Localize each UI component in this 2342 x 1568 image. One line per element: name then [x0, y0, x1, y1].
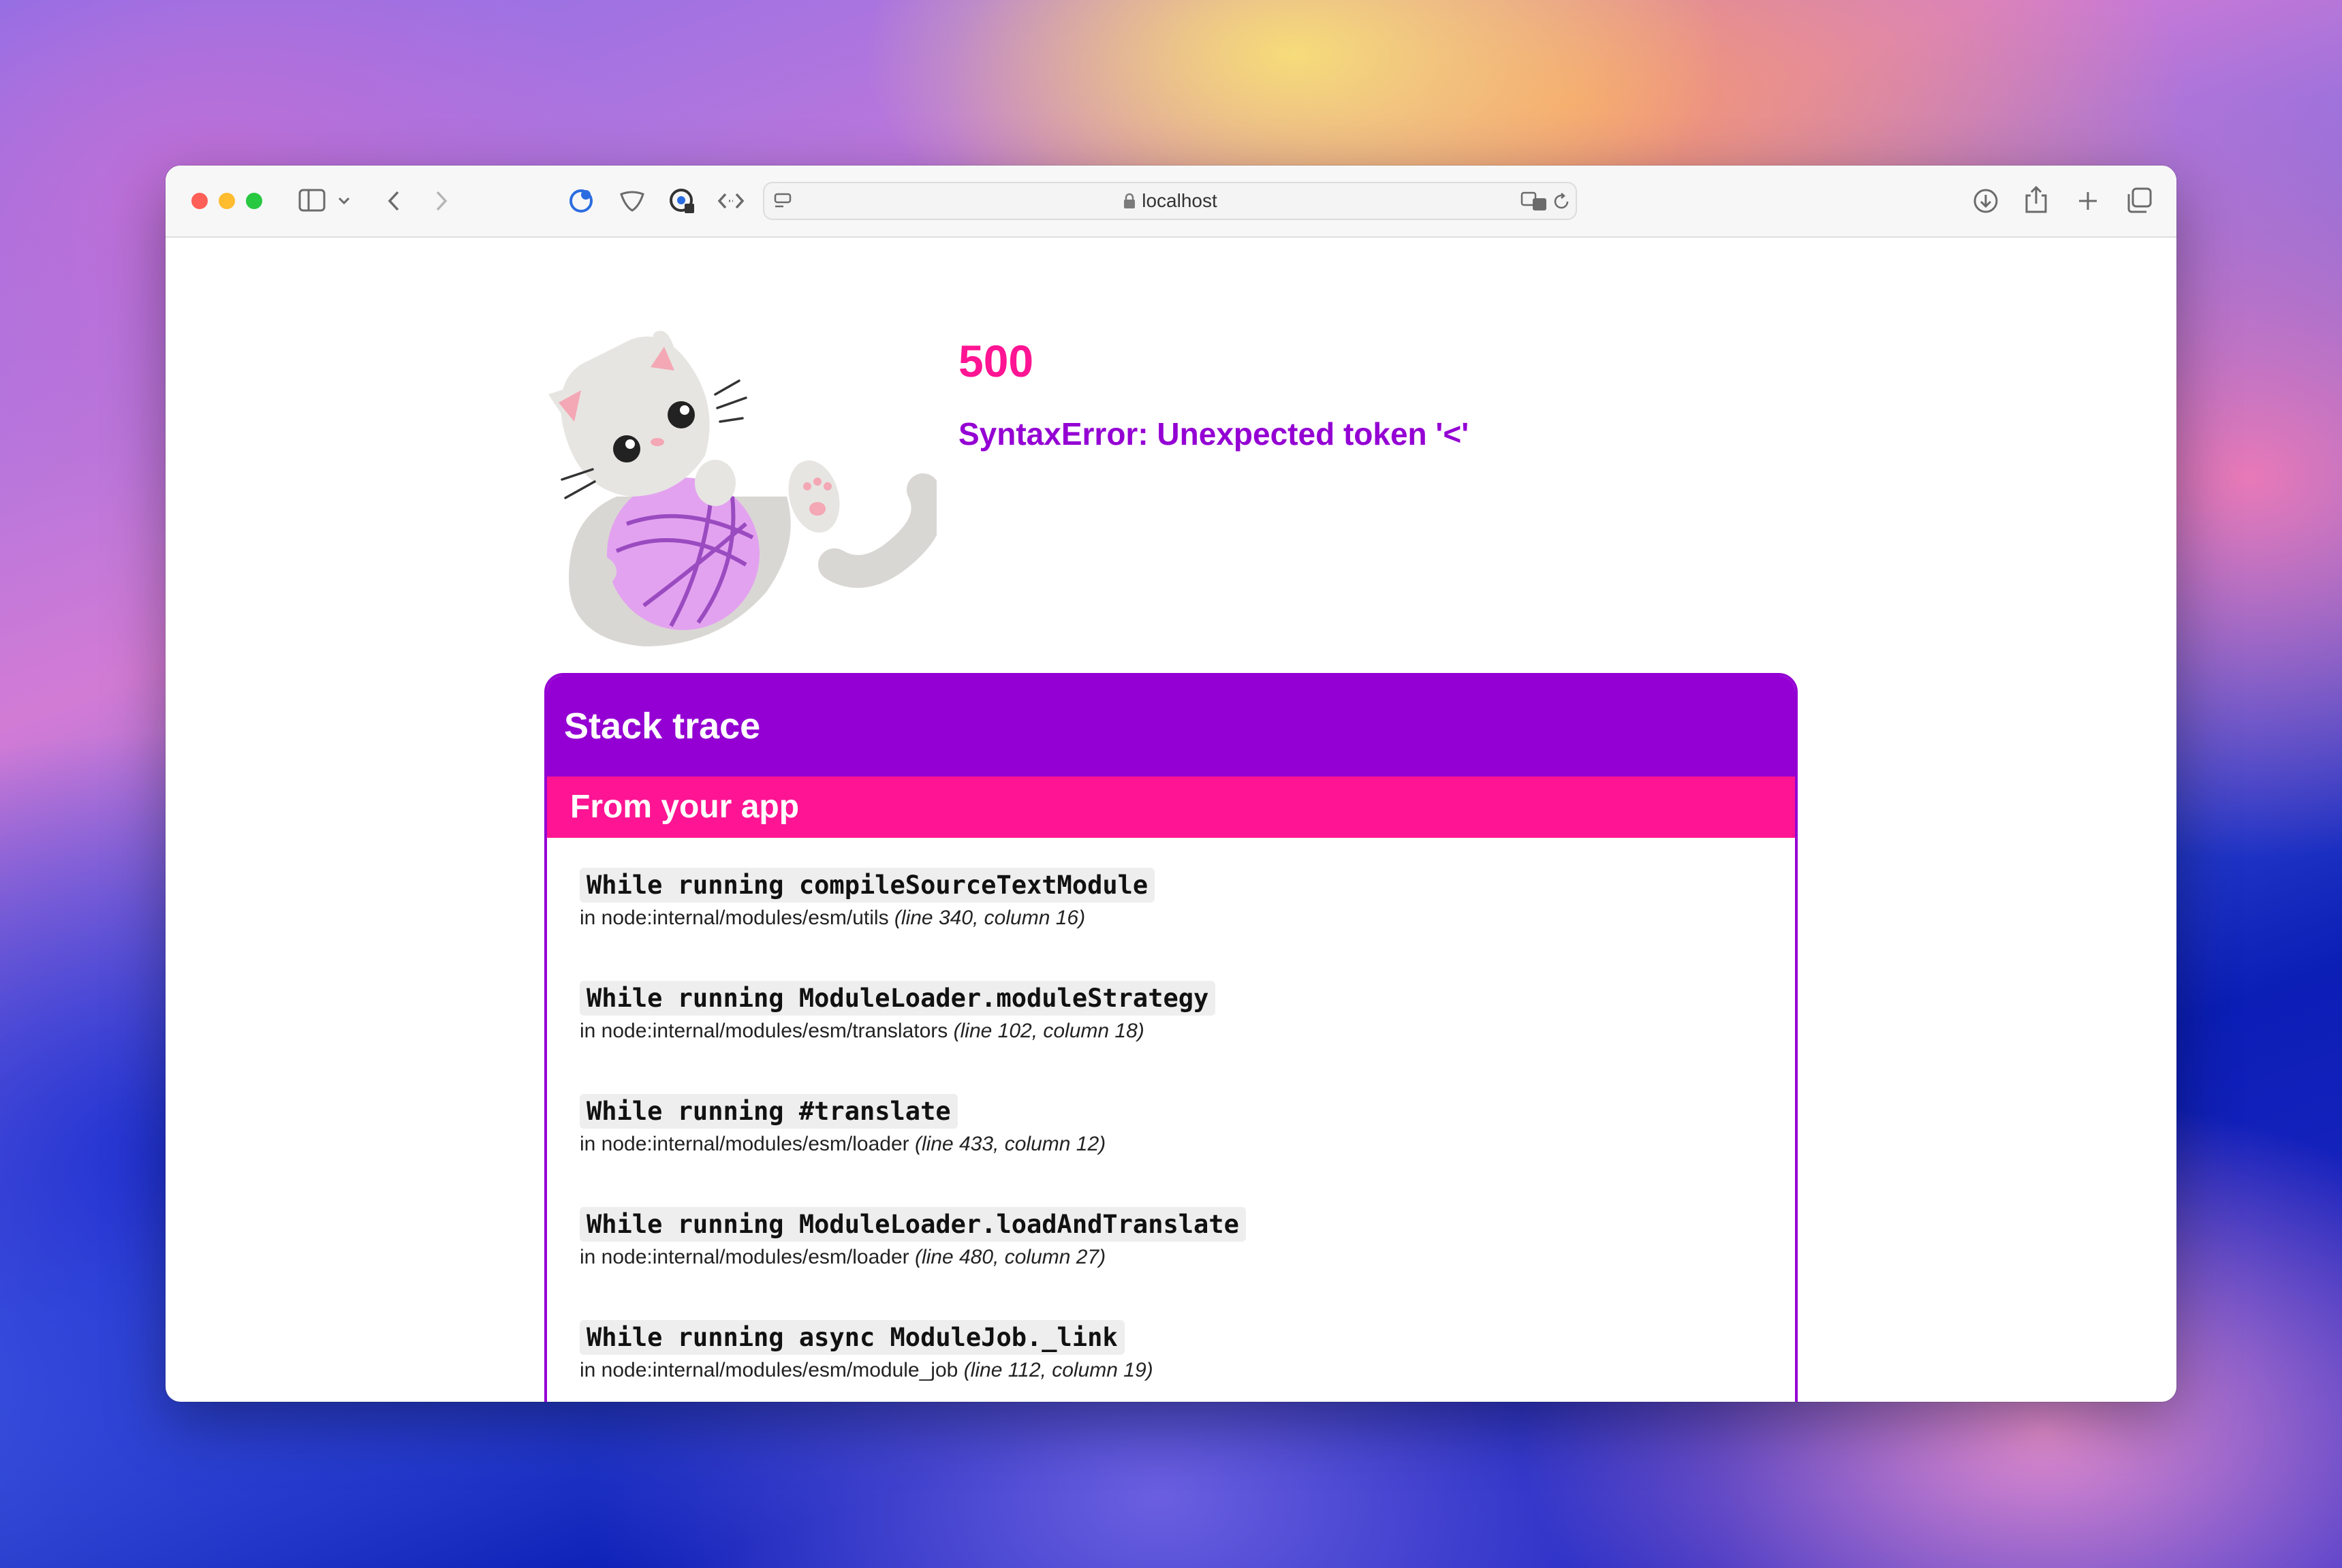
frame-location: in node:internal/modules/esm/loader (lin… [580, 1133, 1795, 1156]
address-bar[interactable]: localhost [763, 182, 1577, 220]
stack-frame: While running ModuleLoader.moduleStrateg… [580, 981, 1795, 1094]
translate-icon[interactable] [1520, 191, 1548, 212]
frame-position: (line 102, column 18) [953, 1020, 1144, 1042]
zoom-window-button[interactable] [246, 193, 262, 209]
kitten-yarn-illustration [548, 330, 937, 646]
frame-name: While running ModuleLoader.moduleStrateg… [580, 981, 1216, 1016]
plus-icon[interactable] [2077, 190, 2099, 212]
frame-location: in node:internal/modules/esm/utils (line… [580, 907, 1795, 930]
frame-name: While running #translate [580, 1094, 958, 1129]
privacy-report-icon[interactable] [619, 189, 646, 213]
frame-name: While running compileSourceTextModule [580, 868, 1155, 903]
share-icon[interactable] [2024, 185, 2048, 215]
chevron-left-icon[interactable] [387, 190, 401, 212]
download-icon[interactable] [1972, 187, 1999, 215]
chevron-down-icon[interactable] [338, 197, 350, 205]
frame-file: in node:internal/modules/esm/translators [580, 1020, 948, 1042]
frame-file: in node:internal/modules/esm/loader [580, 1246, 909, 1268]
address-text: localhost [764, 183, 1576, 219]
error-code: 500 [958, 336, 1034, 386]
close-window-button[interactable] [191, 193, 208, 209]
tab-overview-icon[interactable] [2126, 187, 2153, 215]
lock-icon [1124, 193, 1136, 208]
frame-position: (line 433, column 12) [914, 1133, 1106, 1155]
minimize-window-button[interactable] [219, 193, 235, 209]
stack-trace-title: Stack trace [547, 676, 1795, 777]
frame-location: in node:internal/modules/esm/module_job … [580, 1359, 1795, 1382]
stack-frame: While running async ModuleJob._link in n… [580, 1320, 1795, 1402]
error-message: SyntaxError: Unexpected token '<' [958, 416, 1469, 452]
stack-frame: While running compileSourceTextModule in… [580, 868, 1795, 981]
frame-file: in node:internal/modules/esm/module_job [580, 1359, 958, 1381]
stack-frame: While running #translate in node:interna… [580, 1094, 1795, 1207]
frame-file: in node:internal/modules/esm/utils [580, 907, 889, 929]
code-icon[interactable] [717, 191, 745, 210]
stack-frame: While running ModuleLoader.loadAndTransl… [580, 1207, 1795, 1320]
page-content: 500 SyntaxError: Unexpected token '<' St… [166, 238, 2176, 1402]
stack-trace-panel: Stack trace From your app While running … [544, 673, 1798, 1402]
frame-file: in node:internal/modules/esm/loader [580, 1133, 909, 1155]
frame-position: (line 340, column 16) [894, 907, 1086, 929]
extension-icon[interactable] [567, 187, 595, 215]
frame-location: in node:internal/modules/esm/translators… [580, 1020, 1795, 1043]
stack-frames: While running compileSourceTextModule in… [547, 838, 1795, 1402]
frame-name: While running ModuleLoader.loadAndTransl… [580, 1207, 1246, 1242]
password-icon[interactable] [668, 187, 697, 216]
frame-name: While running async ModuleJob._link [580, 1320, 1125, 1355]
browser-window: localhost 500 SyntaxError: Unexpected to… [166, 166, 2176, 1402]
chevron-right-icon[interactable] [435, 190, 448, 212]
browser-toolbar: localhost [166, 166, 2176, 238]
stack-section-title: From your app [547, 777, 1795, 838]
sidebar-icon[interactable] [298, 189, 326, 212]
frame-position: (line 112, column 19) [963, 1359, 1153, 1381]
address-url: localhost [1142, 190, 1217, 211]
frame-location: in node:internal/modules/esm/loader (lin… [580, 1246, 1795, 1269]
reload-icon[interactable] [1551, 191, 1572, 212]
frame-position: (line 480, column 27) [914, 1246, 1106, 1268]
